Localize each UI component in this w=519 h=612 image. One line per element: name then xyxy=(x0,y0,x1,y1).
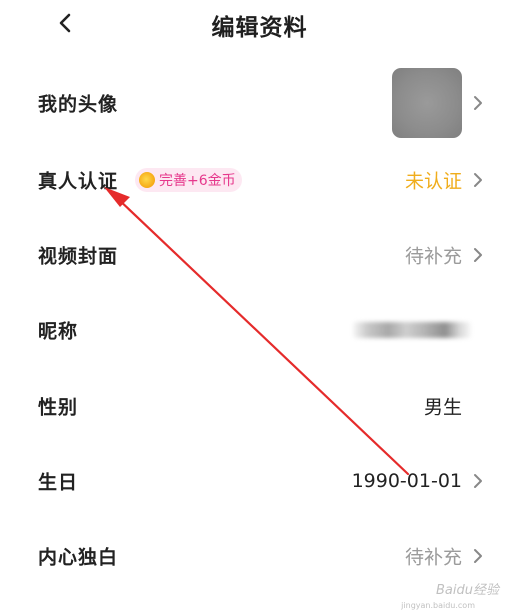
birthday-label: 生日 xyxy=(38,471,79,494)
video-cover-label: 视频封面 xyxy=(38,245,119,268)
birthday-value: 1990-01-01 xyxy=(351,470,462,492)
row-real-person-verification[interactable]: 真人认证 完善+6金币 未认证 xyxy=(0,142,519,218)
reward-badge-text: 完善+6金币 xyxy=(159,173,236,189)
chevron-right-icon xyxy=(474,96,482,110)
chevron-right-icon xyxy=(474,248,482,262)
page-title: 编辑资料 xyxy=(211,15,308,41)
chevron-right-icon xyxy=(474,173,482,187)
video-cover-value: 待补充 xyxy=(404,245,462,268)
row-video-cover[interactable]: 视频封面 待补充 xyxy=(0,217,519,293)
watermark-url: jingyan.baidu.com xyxy=(401,601,475,610)
inner-monologue-value: 待补充 xyxy=(404,546,462,569)
watermark-logo: Baidu经验 xyxy=(436,583,499,598)
nickname-label: 昵称 xyxy=(38,320,79,343)
gender-value: 男生 xyxy=(423,396,462,419)
chevron-right-icon xyxy=(474,474,482,488)
row-birthday[interactable]: 生日 1990-01-01 xyxy=(0,443,519,519)
row-gender: 性别 男生 xyxy=(0,368,519,444)
avatar-image[interactable] xyxy=(392,68,462,138)
coin-icon xyxy=(139,172,155,188)
nickname-blurred-value xyxy=(353,322,471,338)
reward-badge: 完善+6金币 xyxy=(135,168,242,192)
inner-monologue-label: 内心独白 xyxy=(38,546,119,569)
row-avatar[interactable]: 我的头像 xyxy=(0,64,519,142)
avatar-label: 我的头像 xyxy=(38,93,119,116)
verification-label: 真人认证 xyxy=(38,170,119,193)
gender-label: 性别 xyxy=(38,396,79,419)
top-bar: 编辑资料 xyxy=(0,0,519,50)
verification-status: 未认证 xyxy=(404,170,462,193)
row-nickname[interactable]: 昵称 xyxy=(0,292,519,368)
chevron-right-icon xyxy=(474,549,482,563)
